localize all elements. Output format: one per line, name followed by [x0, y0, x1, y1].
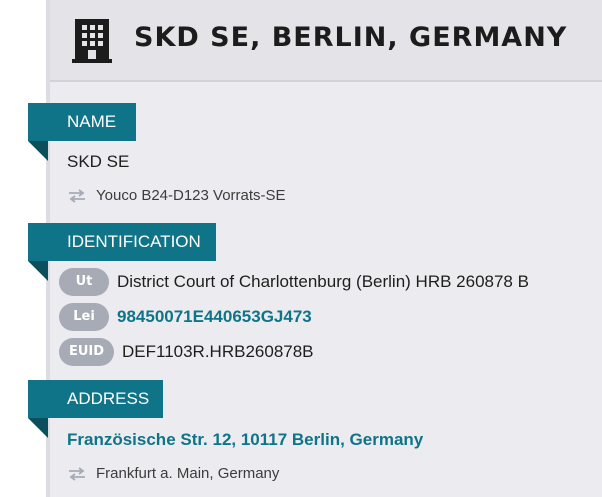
section-label-name: NAME	[28, 103, 136, 161]
previous-address: Frankfurt a. Main, Germany	[68, 465, 279, 482]
euid-value: DEF1103R.HRB260878B	[122, 342, 314, 361]
previous-name: Youco B24-D123 Vorrats-SE	[68, 187, 286, 204]
lei-link[interactable]: 98450071E440653GJ473	[117, 307, 312, 327]
swap-arrows-icon	[69, 188, 85, 203]
register-court: District Court of Charlottenburg (Berlin…	[117, 272, 529, 291]
badge-lei: Lei	[59, 303, 109, 331]
page-title: SKD SE, BERLIN, GERMANY	[134, 22, 568, 53]
section-label-address: ADDRESS	[28, 380, 163, 438]
previous-address-text: Frankfurt a. Main, Germany	[96, 465, 280, 482]
building-icon	[72, 19, 112, 63]
previous-name-text: Youco B24-D123 Vorrats-SE	[96, 187, 286, 204]
section-label-identification: IDENTIFICATION	[28, 223, 216, 281]
address-link[interactable]: Französische Str. 12, 10117 Berlin, Germ…	[67, 430, 423, 450]
badge-ut: Ut	[59, 268, 109, 296]
company-name: SKD SE	[67, 152, 130, 171]
badge-euid: EUID	[59, 338, 114, 366]
swap-arrows-icon	[69, 466, 85, 481]
